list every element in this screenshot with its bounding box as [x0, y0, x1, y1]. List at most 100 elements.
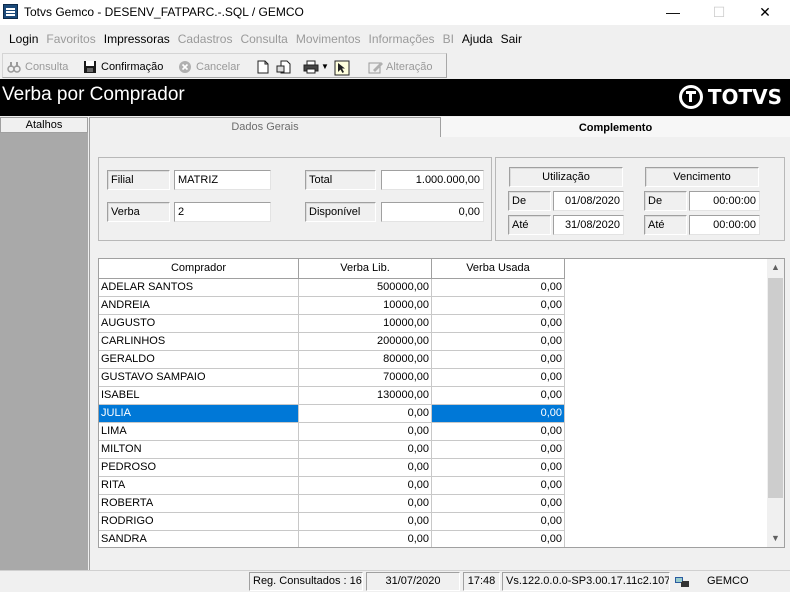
cell-verba-usada[interactable]: 0,00 — [432, 459, 565, 477]
help-button[interactable] — [334, 57, 352, 76]
print-button[interactable]: ▼ — [303, 57, 329, 76]
cell-comprador[interactable]: SANDRA — [99, 531, 299, 547]
table-row[interactable]: SANDRA 0,00 0,00 — [99, 531, 565, 547]
table-row[interactable]: ROBERTA 0,00 0,00 — [99, 495, 565, 513]
table-row[interactable]: CARLINHOS 200000,00 0,00 — [99, 333, 565, 351]
cell-verba-usada[interactable]: 0,00 — [432, 279, 565, 297]
menu-ajuda[interactable]: Ajuda — [458, 27, 497, 52]
cell-verba-usada[interactable]: 0,00 — [432, 405, 565, 423]
table-row[interactable]: RITA 0,00 0,00 — [99, 477, 565, 495]
total-field[interactable]: 1.000.000,00 — [381, 170, 484, 190]
cell-verba-lib[interactable]: 0,00 — [299, 459, 432, 477]
table-row[interactable]: GUSTAVO SAMPAIO 70000,00 0,00 — [99, 369, 565, 387]
cell-verba-lib[interactable]: 10000,00 — [299, 315, 432, 333]
column-header-comprador[interactable]: Comprador — [99, 259, 299, 279]
column-header-verba-lib[interactable]: Verba Lib. — [299, 259, 432, 279]
table-row[interactable]: JULIA 0,00 0,00 — [99, 405, 565, 423]
utilizacao-ate-field[interactable]: 31/08/2020 — [553, 215, 624, 235]
scroll-up-icon[interactable]: ▲ — [767, 259, 784, 276]
cell-comprador[interactable]: AUGUSTO — [99, 315, 299, 333]
cell-comprador[interactable]: GUSTAVO SAMPAIO — [99, 369, 299, 387]
menu-sair[interactable]: Sair — [497, 27, 526, 52]
table-row[interactable]: ISABEL 130000,00 0,00 — [99, 387, 565, 405]
cell-verba-lib[interactable]: 0,00 — [299, 513, 432, 531]
atalhos-tab[interactable]: Atalhos — [0, 117, 88, 133]
table-row[interactable]: RODRIGO 0,00 0,00 — [99, 513, 565, 531]
cell-verba-lib[interactable]: 0,00 — [299, 495, 432, 513]
vencimento-ate-field[interactable]: 00:00:00 — [689, 215, 760, 235]
menu-bi[interactable]: BI — [439, 27, 458, 52]
cell-comprador[interactable]: JULIA — [99, 405, 299, 423]
alteracao-button[interactable]: Alteração — [368, 57, 432, 76]
cell-verba-usada[interactable]: 0,00 — [432, 297, 565, 315]
cell-verba-lib[interactable]: 0,00 — [299, 441, 432, 459]
utilizacao-de-field[interactable]: 01/08/2020 — [553, 191, 624, 211]
cell-verba-lib[interactable]: 0,00 — [299, 423, 432, 441]
menu-favoritos[interactable]: Favoritos — [42, 27, 99, 52]
menu-consulta[interactable]: Consulta — [236, 27, 291, 52]
tab-complemento[interactable]: Complemento — [441, 117, 790, 138]
cell-comprador[interactable]: PEDROSO — [99, 459, 299, 477]
cell-comprador[interactable]: RODRIGO — [99, 513, 299, 531]
open-button[interactable] — [276, 57, 294, 76]
scroll-thumb[interactable] — [768, 278, 783, 498]
menu-cadastros[interactable]: Cadastros — [174, 27, 237, 52]
cell-verba-lib[interactable]: 0,00 — [299, 477, 432, 495]
cell-verba-lib[interactable]: 70000,00 — [299, 369, 432, 387]
disponivel-field[interactable]: 0,00 — [381, 202, 484, 222]
cell-verba-usada[interactable]: 0,00 — [432, 423, 565, 441]
menu-movimentos[interactable]: Movimentos — [292, 27, 365, 52]
maximize-button[interactable]: ☐ — [696, 0, 742, 25]
menu-impressoras[interactable]: Impressoras — [100, 27, 174, 52]
cell-comprador[interactable]: ISABEL — [99, 387, 299, 405]
menu-informacoes[interactable]: Informações — [365, 27, 439, 52]
vertical-scrollbar[interactable]: ▲ ▼ — [767, 259, 784, 547]
table-row[interactable]: ANDREIA 10000,00 0,00 — [99, 297, 565, 315]
filial-field[interactable]: MATRIZ — [174, 170, 271, 190]
buyer-grid[interactable]: Comprador Verba Lib. Verba Usada ADELAR … — [98, 258, 785, 548]
new-document-button[interactable] — [256, 57, 274, 76]
cell-comprador[interactable]: GERALDO — [99, 351, 299, 369]
cell-verba-lib[interactable]: 500000,00 — [299, 279, 432, 297]
cell-comprador[interactable]: ADELAR SANTOS — [99, 279, 299, 297]
minimize-button[interactable]: — — [650, 0, 696, 25]
cell-verba-usada[interactable]: 0,00 — [432, 513, 565, 531]
table-row[interactable]: LIMA 0,00 0,00 — [99, 423, 565, 441]
column-header-verba-usada[interactable]: Verba Usada — [432, 259, 565, 279]
cell-verba-lib[interactable]: 130000,00 — [299, 387, 432, 405]
cell-comprador[interactable]: ANDREIA — [99, 297, 299, 315]
cell-verba-usada[interactable]: 0,00 — [432, 369, 565, 387]
menu-login[interactable]: Login — [5, 27, 42, 52]
cell-verba-usada[interactable]: 0,00 — [432, 333, 565, 351]
cell-comprador[interactable]: MILTON — [99, 441, 299, 459]
cell-comprador[interactable]: ROBERTA — [99, 495, 299, 513]
cell-verba-lib[interactable]: 80000,00 — [299, 351, 432, 369]
scroll-down-icon[interactable]: ▼ — [767, 530, 784, 547]
cell-comprador[interactable]: RITA — [99, 477, 299, 495]
vencimento-de-field[interactable]: 00:00:00 — [689, 191, 760, 211]
cell-verba-lib[interactable]: 0,00 — [299, 531, 432, 547]
table-row[interactable]: ADELAR SANTOS 500000,00 0,00 — [99, 279, 565, 297]
consulta-button[interactable]: Consulta — [7, 57, 68, 76]
cell-verba-lib[interactable]: 200000,00 — [299, 333, 432, 351]
table-row[interactable]: GERALDO 80000,00 0,00 — [99, 351, 565, 369]
cell-verba-lib[interactable]: 0,00 — [299, 405, 432, 423]
cell-verba-usada[interactable]: 0,00 — [432, 441, 565, 459]
cancelar-button[interactable]: Cancelar — [178, 57, 240, 76]
cell-verba-usada[interactable]: 0,00 — [432, 351, 565, 369]
table-row[interactable]: MILTON 0,00 0,00 — [99, 441, 565, 459]
table-row[interactable]: AUGUSTO 10000,00 0,00 — [99, 315, 565, 333]
tab-dados-gerais[interactable]: Dados Gerais — [89, 117, 441, 137]
close-button[interactable]: ✕ — [742, 0, 788, 25]
cell-verba-usada[interactable]: 0,00 — [432, 477, 565, 495]
cell-comprador[interactable]: LIMA — [99, 423, 299, 441]
cell-comprador[interactable]: CARLINHOS — [99, 333, 299, 351]
cell-verba-usada[interactable]: 0,00 — [432, 315, 565, 333]
cell-verba-usada[interactable]: 0,00 — [432, 531, 565, 547]
confirmacao-button[interactable]: Confirmação — [83, 57, 163, 76]
cell-verba-lib[interactable]: 10000,00 — [299, 297, 432, 315]
verba-field[interactable]: 2 — [174, 202, 271, 222]
cell-verba-usada[interactable]: 0,00 — [432, 495, 565, 513]
table-row[interactable]: PEDROSO 0,00 0,00 — [99, 459, 565, 477]
cell-verba-usada[interactable]: 0,00 — [432, 387, 565, 405]
